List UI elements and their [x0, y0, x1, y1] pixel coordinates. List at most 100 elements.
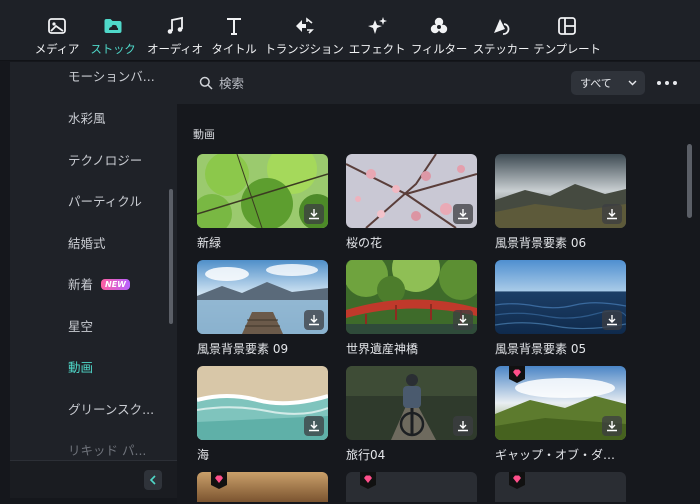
download-button[interactable] — [602, 310, 622, 330]
card-title: 風景背景要素 05 — [495, 342, 587, 356]
template-icon — [555, 15, 579, 37]
card-thumbnail — [346, 366, 477, 440]
tab-sticker-label: ステッカー — [472, 42, 530, 56]
download-button[interactable] — [602, 416, 622, 436]
sidebar-item-liquid[interactable]: リキッド パ... — [68, 440, 146, 459]
card-thumbnail — [495, 260, 626, 334]
effect-star-icon — [365, 15, 389, 37]
more-options-button[interactable] — [657, 76, 677, 90]
sidebar-item-new-label: 新着 — [68, 277, 94, 292]
sidebar-item-wedding[interactable]: 結婚式 — [68, 233, 106, 252]
tab-media[interactable]: メディア — [32, 0, 82, 61]
card-thumbnail — [495, 154, 626, 228]
media-icon — [45, 15, 69, 37]
grid-scrollbar[interactable] — [687, 144, 692, 218]
filter-circles-icon — [427, 15, 451, 37]
download-icon — [458, 421, 468, 432]
section-title: 動画 — [193, 128, 215, 141]
card-title: 風景背景要素 06 — [495, 236, 587, 250]
sidebar-item-technology[interactable]: テクノロジー — [68, 150, 142, 169]
sidebar-item-green-screen[interactable]: グリーンスク... — [68, 399, 154, 418]
download-button[interactable] — [304, 416, 324, 436]
tab-transition[interactable]: トランジション — [262, 0, 346, 61]
media-card[interactable]: 桜の花 — [346, 154, 477, 251]
media-card[interactable]: 世界遺産神橋 — [346, 260, 477, 357]
download-button[interactable] — [304, 310, 324, 330]
tab-effect-label: エフェクト — [348, 42, 406, 56]
premium-gem-icon — [360, 472, 376, 489]
media-card[interactable]: 旅行04 — [346, 366, 477, 463]
media-card-partial[interactable] — [495, 472, 626, 502]
card-title: 桜の花 — [346, 236, 383, 250]
tab-filter[interactable]: フィルター — [408, 0, 470, 61]
tab-stock-label: ストック — [90, 42, 136, 56]
sidebar-item-starry-sky[interactable]: 星空 — [68, 316, 93, 335]
tab-title-label: タイトル — [211, 42, 257, 56]
download-icon — [309, 315, 319, 326]
download-button[interactable] — [304, 204, 324, 224]
tab-transition-label: トランジション — [264, 42, 344, 56]
search-bar: すべて — [177, 62, 700, 104]
media-card[interactable]: 新緑 — [197, 154, 328, 251]
tab-filter-label: フィルター — [410, 42, 468, 56]
sidebar-item-particle[interactable]: パーティクル — [68, 191, 142, 210]
download-icon — [458, 209, 468, 220]
download-icon — [309, 209, 319, 220]
media-card[interactable]: 風景背景要素 05 — [495, 260, 626, 357]
new-badge: NEW — [101, 279, 130, 290]
download-icon — [607, 209, 617, 220]
chevron-down-icon — [628, 80, 637, 86]
sidebar-footer — [10, 460, 177, 498]
download-button[interactable] — [453, 416, 473, 436]
sidebar-item-video[interactable]: 動画 — [68, 357, 93, 376]
media-card[interactable]: 風景背景要素 06 — [495, 154, 626, 251]
transition-icon — [292, 15, 316, 37]
collapse-sidebar-button[interactable] — [144, 470, 162, 490]
card-thumbnail — [346, 154, 477, 228]
card-thumbnail — [197, 260, 328, 334]
card-title: 世界遺産神橋 — [346, 342, 419, 356]
card-title: 旅行04 — [346, 448, 386, 462]
download-icon — [309, 421, 319, 432]
search-input[interactable] — [219, 72, 519, 94]
tab-effect[interactable]: エフェクト — [346, 0, 408, 61]
premium-gem-icon — [509, 472, 525, 489]
tab-title[interactable]: タイトル — [206, 0, 262, 61]
sidebar-item-watercolor[interactable]: 水彩風 — [68, 108, 106, 127]
premium-gem-icon — [211, 472, 227, 489]
card-thumbnail — [197, 154, 328, 228]
download-button[interactable] — [453, 310, 473, 330]
media-card-partial[interactable] — [346, 472, 477, 502]
card-thumbnail — [495, 366, 626, 440]
download-icon — [607, 421, 617, 432]
filter-dropdown-value: すべて — [580, 77, 612, 90]
download-icon — [607, 315, 617, 326]
sidebar-item-motion[interactable]: モーションバ... — [68, 66, 155, 85]
media-card[interactable]: 風景背景要素 09 — [197, 260, 328, 357]
download-button[interactable] — [453, 204, 473, 224]
tab-stock[interactable]: ストック — [82, 0, 144, 61]
tab-sticker[interactable]: ステッカー — [470, 0, 532, 61]
chevron-left-icon — [149, 475, 156, 485]
search-icon — [199, 76, 213, 90]
sidebar-scrollbar[interactable] — [169, 189, 173, 324]
top-toolbar: メディア ストック オーディオ タイトル トランジション エフェクト フィルター… — [0, 0, 700, 61]
tab-audio[interactable]: オーディオ — [144, 0, 206, 61]
media-card-partial[interactable] — [197, 472, 328, 502]
tab-media-label: メディア — [34, 42, 80, 56]
download-icon — [458, 315, 468, 326]
filter-dropdown[interactable]: すべて — [571, 71, 645, 95]
sidebar-item-new[interactable]: 新着 NEW — [68, 274, 130, 293]
music-note-icon — [163, 15, 187, 37]
card-title: 新緑 — [197, 236, 222, 250]
sticker-icon — [489, 15, 513, 37]
card-title: ギャップ・オブ・ダン... — [495, 448, 626, 462]
media-card[interactable]: 海 — [197, 366, 328, 463]
download-button[interactable] — [602, 204, 622, 224]
tab-template-label: テンプレート — [533, 42, 601, 56]
media-card[interactable]: ギャップ・オブ・ダン... — [495, 366, 626, 463]
stock-content-area: すべて 動画 新緑 — [177, 62, 700, 504]
tab-template[interactable]: テンプレート — [532, 0, 602, 61]
card-title: 海 — [197, 448, 210, 462]
stock-folder-icon — [101, 15, 125, 37]
